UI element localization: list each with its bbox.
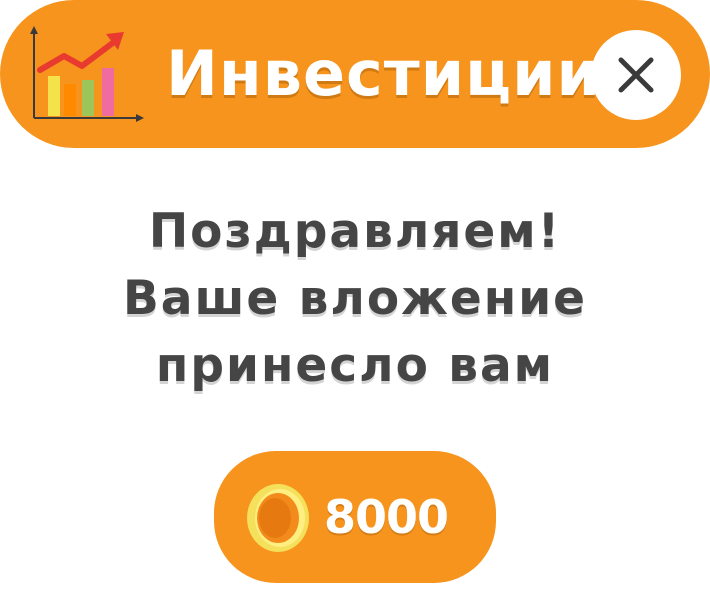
congratulation-message: Поздравляем! Ваше вложение принесло вам (0, 198, 710, 399)
growth-chart-icon (28, 26, 146, 124)
reward-amount: 8000 (324, 490, 449, 544)
message-line: Ваше вложение (122, 271, 588, 326)
message-line: принесло вам (155, 338, 555, 393)
dialog-title: Инвестиции (166, 37, 601, 110)
dialog-header: Инвестиции (0, 0, 710, 148)
close-icon (618, 57, 654, 93)
coin-icon (242, 482, 314, 558)
message-line: Поздравляем! (148, 204, 562, 259)
reward-badge: 8000 (214, 451, 496, 583)
close-button[interactable] (591, 30, 681, 120)
